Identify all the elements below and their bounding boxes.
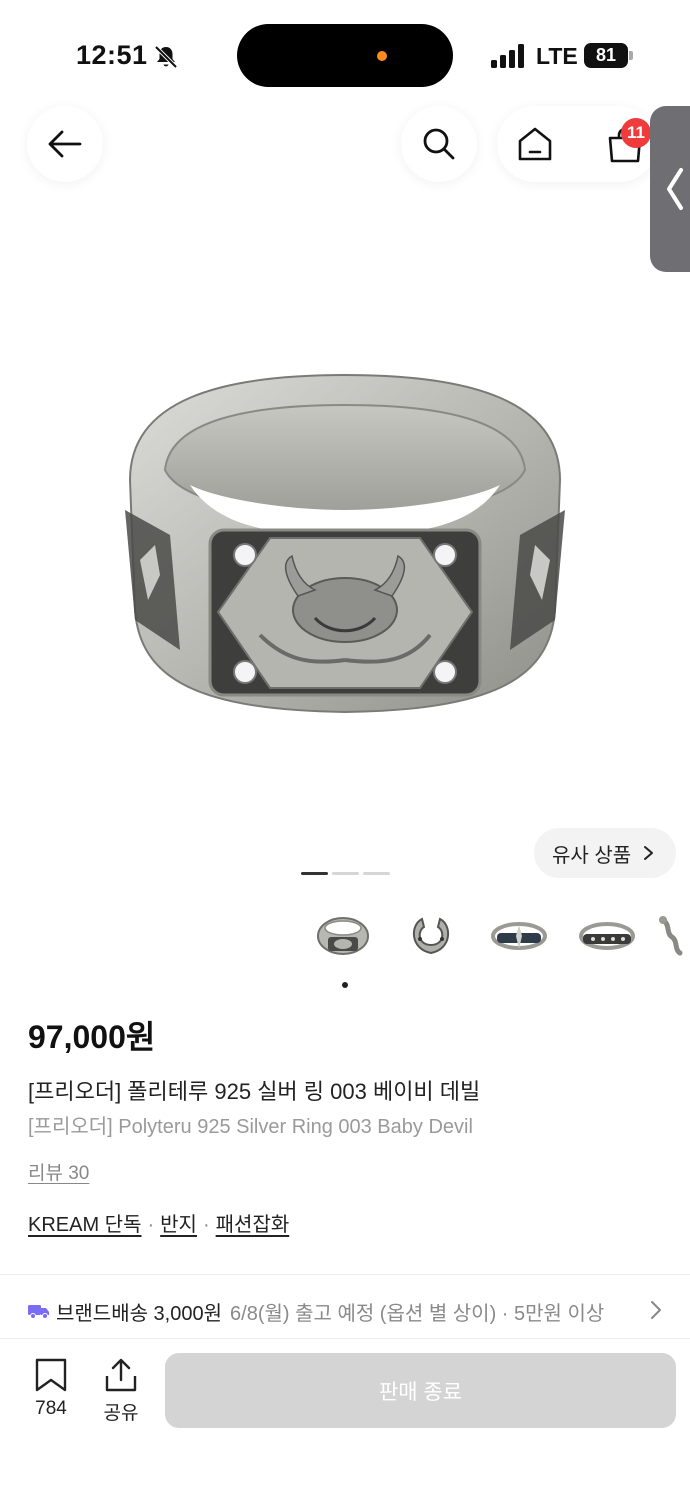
save-button[interactable]: 784 [22,1358,80,1428]
shipping-label: 브랜드배송 3,000원 [56,1302,223,1325]
save-count: 784 [35,1398,67,1419]
search-icon [423,128,455,160]
dynamic-island [237,24,453,87]
status-time: 12:51 [76,40,148,70]
thumbnail-strip [310,906,690,966]
thumbnail-indicator [342,982,348,988]
pager-segment [362,872,390,875]
shipping-info[interactable]: 브랜드배송 3,000원 6/8(월) 출고 예정 (옵션 별 상이) · 5만… [28,1296,664,1326]
silent-bell-icon [154,45,178,69]
pager-segment [331,872,359,875]
tag-separator: · [202,1214,210,1236]
arrow-left-icon [48,130,82,158]
thumbnail-signet-ring[interactable] [310,906,376,966]
thumbnail-lizard-ring[interactable] [650,906,690,966]
search-button[interactable] [401,106,477,182]
tag-separator: · [147,1214,155,1236]
tag-kream-exclusive[interactable]: KREAM 단독 [28,1214,141,1236]
shipping-detail: 6/8(월) 출고 예정 (옵션 별 상이) · 5만원 이상 [230,1302,605,1325]
bottom-bar-divider [0,1338,690,1339]
product-title-ko: [프리오더] 폴리테루 925 실버 링 003 베이비 데빌 [28,1079,481,1104]
product-image[interactable] [110,360,580,730]
product-price: 97,000원 [28,1019,156,1055]
section-divider [0,1274,690,1275]
share-label: 공유 [103,1403,139,1424]
battery-cap [629,51,633,60]
chevron-left-icon [667,168,683,210]
status-bar: 12:51 LTE 81 [0,0,690,110]
network-type: LTE [536,43,578,69]
review-link[interactable]: 리뷰 30 [28,1158,89,1185]
chevron-right-icon [644,846,653,860]
signal-icon [491,44,525,68]
side-panel-handle[interactable] [650,106,690,272]
share-icon [105,1358,137,1392]
cart-badge: 11 [621,118,651,148]
thumbnail-cross-ring[interactable] [486,906,552,966]
truck-icon [28,1305,49,1319]
product-title-en: [프리오더] Polyteru 925 Silver Ring 003 Baby… [28,1116,473,1138]
thumbnail-band-ring[interactable] [574,906,640,966]
bookmark-icon [35,1358,67,1392]
thumbnail-horseshoe-ring[interactable] [398,906,464,966]
dynamic-island-indicator [377,51,387,61]
similar-products-label: 유사 상품 [552,844,632,867]
product-tags: KREAM 단독 · 반지 · 패션잡화 [28,1208,289,1237]
home-icon[interactable] [515,126,555,162]
chevron-right-icon[interactable] [650,1300,662,1320]
similar-products-button[interactable]: 유사 상품 [534,828,676,878]
tag-fashion-accessories[interactable]: 패션잡화 [216,1214,290,1236]
pager-segment [300,872,328,875]
sale-ended-button[interactable]: 판매 종료 [165,1353,676,1428]
back-button[interactable] [27,106,103,182]
tag-ring[interactable]: 반지 [160,1214,197,1236]
battery-indicator: 81 [584,43,628,68]
share-button[interactable]: 공유 [92,1358,150,1428]
